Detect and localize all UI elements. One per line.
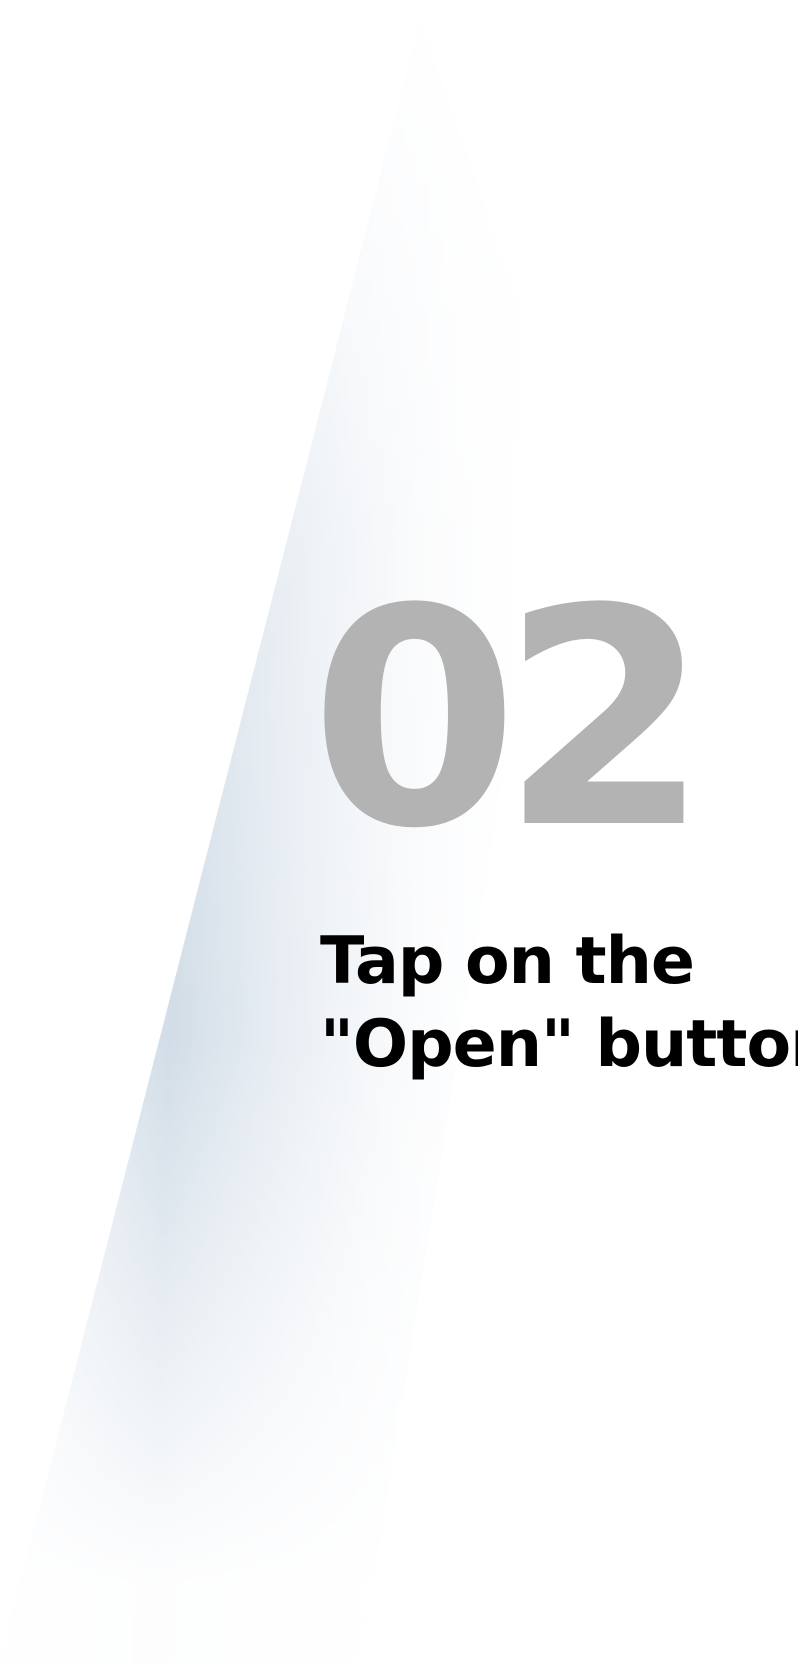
step-instruction-line-2: "Open" button — [320, 1007, 798, 1082]
step-instruction-line-1: Tap on the — [320, 924, 695, 999]
step-number: 02 — [310, 545, 710, 894]
step-instruction: Tap on the "Open" button — [320, 920, 798, 1086]
step-card: 02 Tap on the "Open" button — [0, 0, 798, 1663]
